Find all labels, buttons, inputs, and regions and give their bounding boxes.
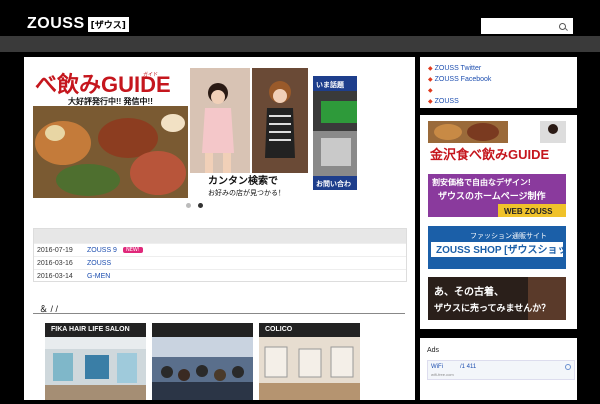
salon-card[interactable]: COLICO [259,323,360,400]
ad-wifi: WiFi [431,364,443,370]
ad-source: wifi-free.com [431,372,454,377]
card-image [259,337,360,400]
buy-banner-image: あ、その古着、 ザウスに売ってみませんか？ [428,277,566,320]
ad-unit[interactable]: WiFi /1 411 wifi-free.com [427,360,575,380]
news-date: 2016-03-16 [37,259,73,267]
sidebar-link[interactable]: ◆ [428,87,577,96]
sidebar-link-zouss[interactable]: ◆ ZOUSS [428,98,577,107]
link-label: ZOUSS Facebook [434,76,492,83]
link-label: ZOUSS Twitter [434,65,482,72]
guide-banner-image: 金沢食べ飲みGUIDE [428,121,566,164]
news-date: 2016-03-14 [37,272,73,280]
logo-bracket: [ザウス] [87,16,129,32]
news-row: 2016-03-14 G-MEN [34,269,406,282]
web-banner-image: 割安価格で自由なデザイン! ザウスのホームページ制作 WEB ZOUSS [428,174,566,217]
news-list: 2016-07-19 ZOUSS 9 NEW! 2016-03-16 ZOUSS… [33,228,407,282]
news-row: 2016-03-16 ZOUSS [34,256,406,269]
logo-text: ZOUSS [27,15,85,32]
sidebar-link-twitter[interactable]: ◆ ZOUSS Twitter [428,65,577,74]
shop-banner-sub: ZOUSS SHOP [ザウスショップ] [436,243,566,256]
banner-ruby: ガイド [143,71,158,78]
bullet-icon: ◆ [428,88,433,94]
news-date: 2016-07-19 [37,246,73,254]
news-link[interactable]: ZOUSS [87,260,111,267]
card-image [152,337,253,400]
banner-search-sub: お好みの店が見つかる！ [208,188,285,197]
banner-sub: 大好評発行中!! 発信中!! [68,96,153,106]
news-row: 2016-07-19 ZOUSS 9 NEW! [34,243,406,256]
buy-banner-sub: ザウスに売ってみませんか？ [434,302,550,313]
ad-number: /1 411 [460,364,477,370]
nav-bar [0,36,600,52]
slider-dots [186,203,203,208]
buy-banner-title: あ、その古着、 [434,285,504,298]
web-banner-title: 割安価格で自由なデザイン! [432,177,531,187]
ads-label: Ads [427,347,440,354]
card-title: FIKA HAIR LIFE SALON [51,326,130,333]
banner-image: べ飲みGUIDE ガイド 大好評発行中!! 発信中!! カンタン検索で お好みの… [33,68,357,198]
sidebar-links: ◆ ZOUSS Twitter ◆ ZOUSS Facebook ◆ ◆ ZOUSS [420,57,577,108]
shop-banner[interactable]: ファッション通販サイト ZOUSS SHOP [ザウスショップ] [428,226,581,269]
bullet-icon: ◆ [428,77,433,83]
banner-search: カンタン検索で [208,174,278,187]
guide-banner-title: 金沢食べ飲みGUIDE [429,147,550,162]
site-logo[interactable]: ZOUSS [ザウス] [27,15,129,33]
news-header [34,229,406,243]
news-link[interactable]: ZOUSS 9 [87,247,117,254]
section-divider [33,313,405,314]
card-title [152,323,253,337]
bullet-icon: ◆ [428,99,433,105]
sidebar-link-facebook[interactable]: ◆ ZOUSS Facebook [428,76,577,85]
web-banner-sub: ザウスのホームページ制作 [438,190,546,201]
guide-banner[interactable]: 金沢食べ飲みGUIDE [428,121,566,164]
news-link[interactable]: G-MEN [87,273,110,280]
shop-banner-title: ファッション通販サイト [470,231,547,240]
shop-banner-image: ファッション通販サイト ZOUSS SHOP [ザウスショップ] [428,226,581,269]
link-label: ZOUSS [434,98,459,105]
slider-dot-active[interactable] [198,203,203,208]
salon-card[interactable] [152,323,253,400]
slider-dot[interactable] [186,203,191,208]
card-title: COLICO [265,326,293,333]
web-banner-tag: WEB ZOUSS [504,207,553,216]
search-icon[interactable] [559,23,566,30]
banner-right-bottom: お問い合わ [316,179,351,188]
card-image [45,337,146,400]
bullet-icon: ◆ [428,66,433,72]
salon-card[interactable]: FIKA HAIR LIFE SALON [45,323,146,400]
buy-banner[interactable]: あ、その古着、 ザウスに売ってみませんか？ [428,277,566,320]
info-icon[interactable] [565,364,571,370]
featured-slider[interactable]: べ飲みGUIDE ガイド 大好評発行中!! 発信中!! カンタン検索で お好みの… [33,68,357,198]
web-banner[interactable]: 割安価格で自由なデザイン! ザウスのホームページ制作 WEB ZOUSS [428,174,566,217]
banner-right-top: いま話題 [316,80,345,89]
new-badge: NEW! [122,247,143,253]
